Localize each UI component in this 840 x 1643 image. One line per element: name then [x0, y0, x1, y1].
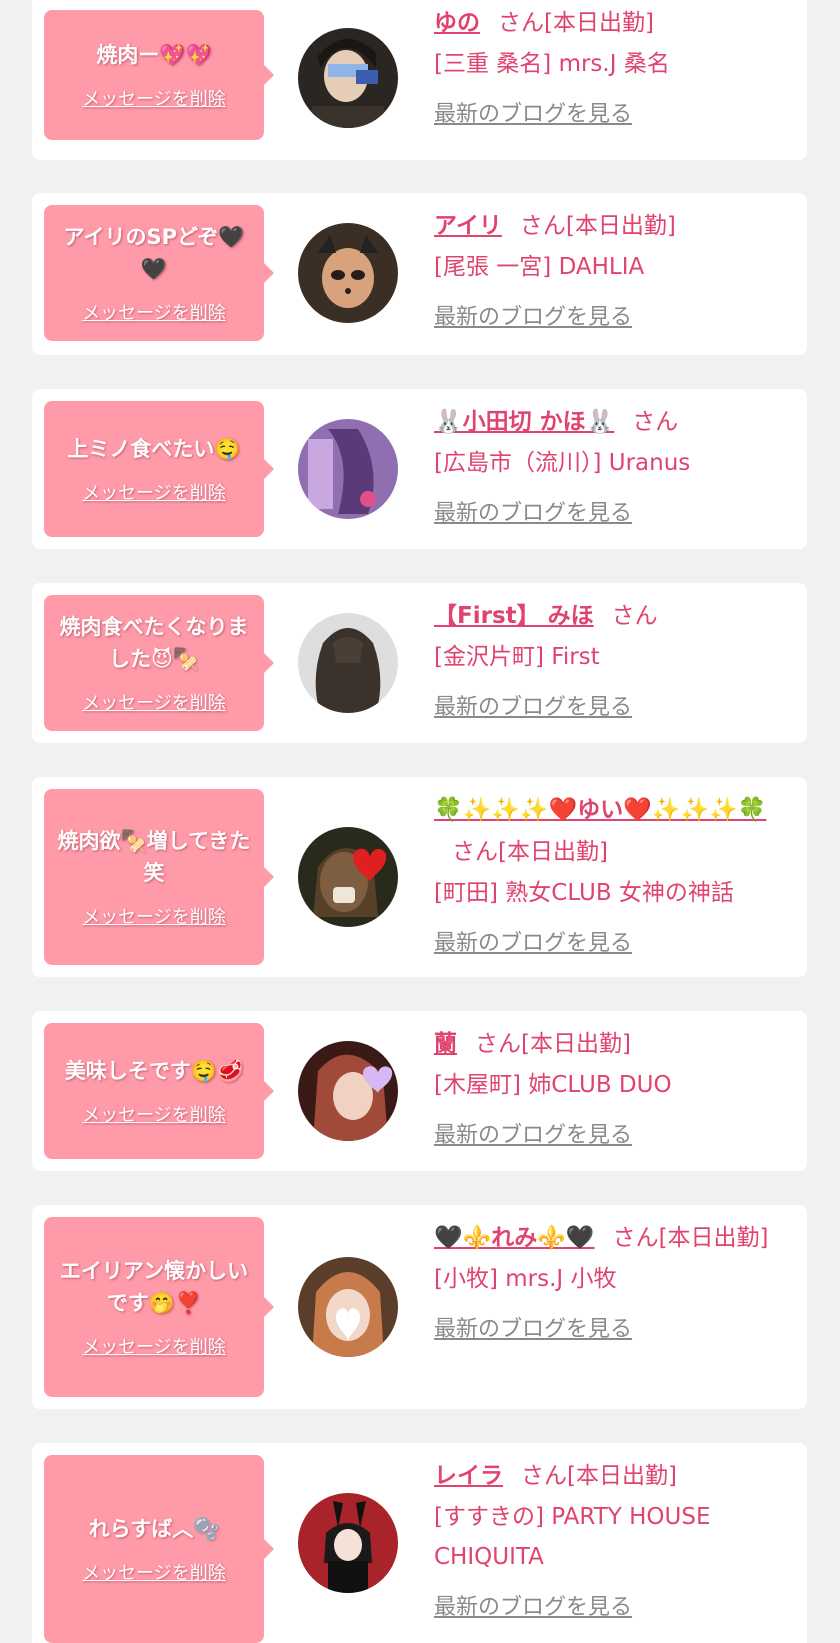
cast-status: さん — [611, 603, 658, 629]
avatar[interactable] — [298, 419, 398, 519]
message-text: 美味しそです🤤🥩 — [64, 1059, 244, 1083]
message-text: れらすば︿🫧 — [88, 1517, 220, 1541]
latest-blog-link[interactable]: 最新のブログを見る — [434, 1117, 632, 1149]
message-text: アイリのSPどぞ🖤🖤 — [63, 225, 245, 281]
message-text: 焼肉食べたくなりました😈🍢 — [59, 615, 249, 671]
cast-info: 🖤⚜️れみ⚜️🖤 さん[本日出勤] [小牧] mrs.J 小牧 最新のブログを見る — [434, 1217, 774, 1343]
avatar[interactable] — [298, 613, 398, 713]
message-bubble: 焼肉ー💖💖 メッセージを削除 — [44, 10, 274, 140]
cast-info: 🍀✨✨✨❤️ゆい❤️✨✨✨🍀 さん[本日出勤] [町田] 熟女CLUB 女神の神話… — [434, 789, 774, 957]
profile-photo-icon — [298, 28, 398, 128]
message-bubble: 上ミノ食べたい🤤 メッセージを削除 — [44, 401, 274, 537]
cast-info: 蘭さん[本日出勤] [木屋町] 姉CLUB DUO 最新のブログを見る — [434, 1023, 774, 1149]
avatar[interactable] — [298, 1257, 398, 1357]
avatar[interactable] — [298, 1041, 398, 1141]
cast-name-link[interactable]: レイラ — [434, 1463, 503, 1489]
cast-name-link[interactable]: 🍀✨✨✨❤️ゆい❤️✨✨✨🍀 — [434, 797, 766, 823]
list-item: 上ミノ食べたい🤤 メッセージを削除 🐰小田切 かほ🐰 さん [広島市（流川）] U… — [32, 389, 807, 549]
delete-message-link[interactable]: メッセージを削除 — [82, 1333, 226, 1359]
cast-name-link[interactable]: 蘭 — [434, 1031, 457, 1057]
shop-name: [すすきの] PARTY HOUSE CHIQUITA — [434, 1504, 711, 1570]
cast-status: さん[本日出勤] — [475, 1031, 631, 1057]
message-bubble: アイリのSPどぞ🖤🖤 メッセージを削除 — [44, 205, 274, 341]
cast-status: さん[本日出勤] — [452, 839, 608, 865]
avatar[interactable] — [298, 1493, 398, 1593]
cast-info: レイラ さん[本日出勤] [すすきの] PARTY HOUSE CHIQUITA … — [434, 1455, 774, 1621]
list-item: アイリのSPどぞ🖤🖤 メッセージを削除 アイリ さん[本日出勤] [尾張 一宮] … — [32, 193, 807, 355]
list-item: エイリアン懐かしいです🤭❣️ メッセージを削除 🖤⚜️れみ⚜️🖤 さん[本日出勤]… — [32, 1205, 807, 1409]
delete-message-link[interactable]: メッセージを削除 — [82, 479, 226, 505]
profile-photo-icon — [298, 1257, 398, 1357]
message-bubble: 美味しそです🤤🥩 メッセージを削除 — [44, 1023, 274, 1159]
delete-message-link[interactable]: メッセージを削除 — [82, 1559, 226, 1585]
profile-photo-icon — [298, 223, 398, 323]
profile-photo-icon — [298, 1493, 398, 1593]
cast-status: さん[本日出勤] — [521, 1463, 677, 1489]
cast-info: ゆの さん[本日出勤] [三重 桑名] mrs.J 桑名 最新のブログを見る — [434, 2, 774, 128]
cast-name-link[interactable]: 【First】 みほ — [434, 603, 594, 629]
latest-blog-link[interactable]: 最新のブログを見る — [434, 1589, 632, 1621]
cast-status: さん[本日出勤] — [498, 10, 654, 36]
cast-info: アイリ さん[本日出勤] [尾張 一宮] DAHLIA 最新のブログを見る — [434, 205, 774, 331]
message-text: 焼肉欲🍢増してきた笑 — [57, 829, 251, 885]
delete-message-link[interactable]: メッセージを削除 — [82, 1101, 226, 1127]
shop-name: [広島市（流川）] Uranus — [434, 450, 691, 476]
favorite-list: 焼肉ー💖💖 メッセージを削除 ゆの さん[本日出勤] [三重 桑名] mrs.J … — [0, 0, 840, 1643]
delete-message-link[interactable]: メッセージを削除 — [82, 299, 226, 325]
cast-status: さん[本日出勤] — [612, 1225, 769, 1251]
latest-blog-link[interactable]: 最新のブログを見る — [434, 689, 632, 721]
avatar[interactable] — [298, 827, 398, 927]
message-bubble: 焼肉欲🍢増してきた笑 メッセージを削除 — [44, 789, 274, 965]
shop-name: [町田] 熟女CLUB 女神の神話 — [434, 880, 734, 906]
message-text: 上ミノ食べたい🤤 — [67, 437, 241, 461]
latest-blog-link[interactable]: 最新のブログを見る — [434, 299, 632, 331]
shop-name: [尾張 一宮] DAHLIA — [434, 254, 645, 280]
delete-message-link[interactable]: メッセージを削除 — [82, 903, 226, 929]
list-item: 焼肉ー💖💖 メッセージを削除 ゆの さん[本日出勤] [三重 桑名] mrs.J … — [32, 0, 807, 160]
shop-name: [金沢片町] First — [434, 644, 600, 670]
list-item: 焼肉食べたくなりました😈🍢 メッセージを削除 【First】 みほ さん [金沢片… — [32, 583, 807, 743]
list-item: 焼肉欲🍢増してきた笑 メッセージを削除 🍀✨✨✨❤️ゆい❤️✨✨✨🍀 さん[本日出… — [32, 777, 807, 977]
avatar[interactable] — [298, 28, 398, 128]
cast-status: さん[本日出勤] — [519, 213, 676, 239]
shop-name: [三重 桑名] mrs.J 桑名 — [434, 51, 670, 77]
cast-name-link[interactable]: ゆの — [434, 10, 480, 36]
cast-info: 【First】 みほ さん [金沢片町] First 最新のブログを見る — [434, 595, 774, 721]
profile-photo-icon — [298, 419, 398, 519]
profile-photo-icon — [298, 1041, 398, 1141]
shop-name: [木屋町] 姉CLUB DUO — [434, 1072, 672, 1098]
message-text: エイリアン懐かしいです🤭❣️ — [59, 1259, 249, 1315]
latest-blog-link[interactable]: 最新のブログを見る — [434, 925, 632, 957]
avatar[interactable] — [298, 223, 398, 323]
list-item: 美味しそです🤤🥩 メッセージを削除 蘭さん[本日出勤] [木屋町] 姉CLUB … — [32, 1011, 807, 1171]
cast-status: さん — [632, 409, 679, 435]
cast-name-link[interactable]: 🐰小田切 かほ🐰 — [434, 409, 614, 435]
latest-blog-link[interactable]: 最新のブログを見る — [434, 1311, 632, 1343]
cast-info: 🐰小田切 かほ🐰 さん [広島市（流川）] Uranus 最新のブログを見る — [434, 401, 774, 527]
profile-photo-icon — [298, 613, 398, 713]
message-bubble: エイリアン懐かしいです🤭❣️ メッセージを削除 — [44, 1217, 274, 1397]
delete-message-link[interactable]: メッセージを削除 — [82, 85, 226, 111]
cast-name-link[interactable]: 🖤⚜️れみ⚜️🖤 — [434, 1225, 595, 1251]
cast-name-link[interactable]: アイリ — [434, 213, 502, 239]
delete-message-link[interactable]: メッセージを削除 — [82, 689, 226, 715]
message-bubble: れらすば︿🫧 メッセージを削除 — [44, 1455, 274, 1643]
message-bubble: 焼肉食べたくなりました😈🍢 メッセージを削除 — [44, 595, 274, 731]
profile-photo-icon — [298, 827, 398, 927]
latest-blog-link[interactable]: 最新のブログを見る — [434, 96, 632, 128]
list-item: れらすば︿🫧 メッセージを削除 レイラ さん[本日出勤] [すすきの] PARTY… — [32, 1443, 807, 1643]
message-text: 焼肉ー💖💖 — [96, 43, 212, 67]
shop-name: [小牧] mrs.J 小牧 — [434, 1266, 617, 1292]
latest-blog-link[interactable]: 最新のブログを見る — [434, 495, 632, 527]
